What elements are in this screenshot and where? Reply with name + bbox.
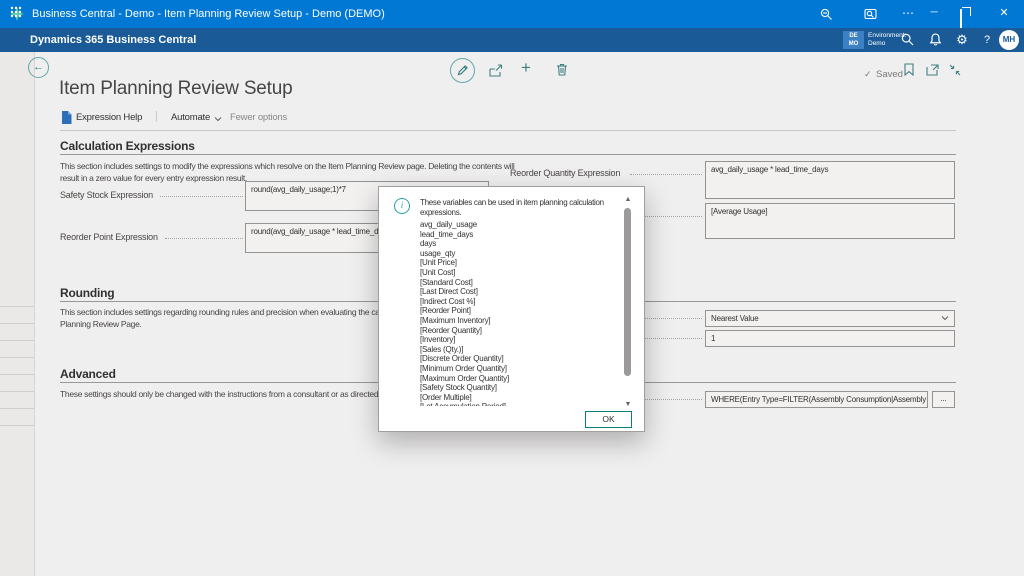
rounding-description-line1: This section includes settings regarding…: [60, 307, 398, 317]
dialog-message-line2: expressions.: [420, 208, 461, 217]
badge-line2: MO: [843, 40, 864, 48]
variable-item: [Sales (Qty.)]: [420, 345, 598, 355]
environment-badge[interactable]: DE MO: [843, 31, 864, 49]
page-title: Item Planning Review Setup: [59, 78, 293, 100]
close-button[interactable]: ✕: [994, 0, 1014, 28]
share-icon[interactable]: [489, 64, 503, 77]
badge-line1: DE: [843, 32, 864, 40]
variable-item: [Reorder Point]: [420, 306, 598, 316]
search-icon[interactable]: [901, 33, 914, 46]
variable-item: [Unit Cost]: [420, 268, 598, 278]
bookmark-icon[interactable]: [904, 63, 914, 76]
rounding-description-line2: Planning Review Page.: [60, 319, 142, 329]
reorder-qty-input[interactable]: avg_daily_usage * lead_time_days: [705, 161, 955, 199]
reorder-qty-label: Reorder Quantity Expression: [510, 168, 620, 178]
fewer-options-button[interactable]: Fewer options: [230, 112, 287, 123]
reorder-point-label: Reorder Point Expression: [60, 232, 158, 242]
more-options-icon[interactable]: ⋯: [898, 0, 918, 28]
scroll-down-icon[interactable]: ▼: [622, 401, 634, 408]
rounding-precision-input[interactable]: 1: [705, 330, 955, 347]
info-icon: i: [394, 198, 410, 214]
variable-item: [Discrete Order Quantity]: [420, 354, 598, 364]
variables-dialog: i These variables can be used in item pl…: [378, 186, 645, 432]
variable-item: [Safety Stock Quantity]: [420, 383, 598, 393]
section-rule: [60, 154, 956, 155]
back-button[interactable]: ←: [28, 57, 49, 78]
minimize-button[interactable]: ─: [924, 0, 944, 28]
variable-item: [Lot Accumulation Period]: [420, 402, 598, 406]
saved-indicator: ✓ Saved: [864, 64, 903, 82]
variable-item: [Standard Cost]: [420, 278, 598, 288]
variable-item: lead_time_days: [420, 230, 598, 240]
help-icon[interactable]: ?: [981, 28, 993, 52]
notifications-bell-icon[interactable]: [929, 33, 942, 46]
field-leader: [630, 174, 702, 175]
section-heading-rounding: Rounding: [60, 286, 114, 300]
entry-filter-input[interactable]: WHERE(Entry Type=FILTER(Assembly Consump…: [705, 391, 928, 408]
check-icon: ✓: [864, 69, 872, 79]
actionbar-divider: [60, 130, 956, 131]
section-heading-advanced: Advanced: [60, 367, 116, 381]
variables-list: avg_daily_usagelead_time_daysdaysusage_q…: [420, 220, 598, 406]
calc-description-line1: This section includes settings to modify…: [60, 161, 514, 171]
saved-label: Saved: [876, 69, 903, 80]
new-button[interactable]: +: [521, 58, 531, 78]
variable-item: [Minimum Order Quantity]: [420, 364, 598, 374]
record-list-rows: [0, 290, 34, 427]
assist-edit-button[interactable]: ...: [932, 391, 955, 408]
window-title: Business Central - Demo - Item Planning …: [32, 0, 385, 28]
field-leader: [165, 238, 243, 239]
variable-item: [Inventory]: [420, 335, 598, 345]
restore-button[interactable]: [960, 10, 962, 28]
scroll-thumb[interactable]: [624, 208, 631, 376]
dialog-scrollbar[interactable]: ▲ ▼: [622, 196, 634, 408]
variable-item: [Indirect Cost %]: [420, 297, 598, 307]
chevron-down-icon[interactable]: [214, 116, 222, 122]
variable-item: [Order Multiple]: [420, 393, 598, 403]
waffle-icon[interactable]: [10, 6, 22, 18]
product-name[interactable]: Dynamics 365 Business Central: [30, 28, 196, 52]
average-usage-input[interactable]: [Average Usage]: [705, 203, 955, 239]
variable-item: usage_qty: [420, 249, 598, 259]
dialog-message-line1: These variables can be used in item plan…: [420, 198, 604, 207]
collapse-icon[interactable]: [949, 64, 961, 76]
automate-button[interactable]: Automate: [171, 112, 210, 123]
expression-help-doc-icon: [61, 111, 72, 124]
scroll-up-icon[interactable]: ▲: [622, 196, 634, 203]
variable-item: [Maximum Order Quantity]: [420, 374, 598, 384]
title-bar: Business Central - Demo - Item Planning …: [0, 0, 1024, 28]
expression-help-button[interactable]: Expression Help: [76, 112, 142, 123]
pencil-icon: [457, 64, 469, 76]
menu-divider: |: [155, 110, 158, 122]
variable-item: avg_daily_usage: [420, 220, 598, 230]
section-heading-calculation: Calculation Expressions: [60, 139, 195, 153]
ok-button[interactable]: OK: [585, 411, 632, 428]
avatar[interactable]: MH: [999, 30, 1019, 50]
chevron-down-icon: [941, 315, 949, 321]
safety-stock-label: Safety Stock Expression: [60, 190, 153, 200]
open-in-window-icon[interactable]: [926, 64, 939, 76]
calc-description-line2: result in a zero value for every entry e…: [60, 173, 247, 183]
zoom-out-icon[interactable]: [820, 8, 833, 21]
rounding-rule-select[interactable]: Nearest Value: [705, 310, 955, 327]
record-list-strip: [0, 52, 35, 576]
variable-item: [Last Direct Cost]: [420, 287, 598, 297]
delete-trash-icon[interactable]: [556, 63, 568, 76]
variable-item: [Unit Price]: [420, 258, 598, 268]
variable-item: [Maximum Inventory]: [420, 316, 598, 326]
variable-item: days: [420, 239, 598, 249]
variable-item: [Reorder Quantity]: [420, 326, 598, 336]
field-leader: [160, 196, 243, 197]
search-window-icon[interactable]: [864, 8, 878, 21]
settings-gear-icon[interactable]: ⚙: [954, 28, 970, 52]
rounding-rule-value: Nearest Value: [711, 314, 759, 323]
edit-button[interactable]: [450, 58, 475, 83]
advanced-description: These settings should only be changed wi…: [60, 389, 399, 399]
